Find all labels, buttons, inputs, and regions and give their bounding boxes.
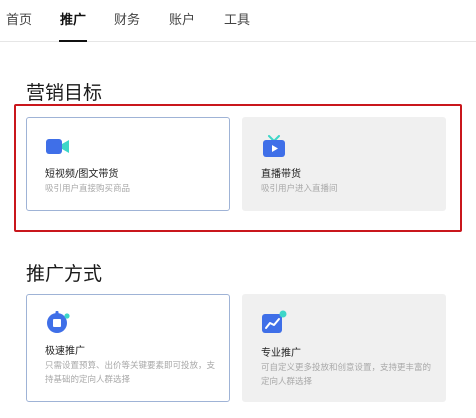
top-nav: 首页 推广 财务 账户 工具 [0,0,476,42]
marketing-goal-title: 营销目标 [26,82,103,104]
active-tab-indicator [59,40,87,42]
live-tv-icon [263,135,285,157]
rocket-icon [47,311,70,333]
goal-card-desc: 吸引用户进入直播间 [261,184,338,194]
tab-home[interactable]: 首页 [6,9,32,28]
tab-promotion[interactable]: 推广 [60,9,86,28]
method-card-fast[interactable]: 极速推广 只需设置预算、出价等关键要素即可投放，支持基础的定向人群选择 [26,294,230,402]
trend-chart-icon [262,310,287,333]
promotion-method-title: 推广方式 [26,263,103,285]
tab-finance[interactable]: 财务 [114,9,140,28]
method-card-title: 专业推广 [261,348,301,359]
video-camera-icon [46,139,69,154]
tab-account[interactable]: 账户 [169,9,195,28]
method-card-desc: 可自定义更多投放和创意设置，支持更丰富的定向人群选择 [261,363,432,387]
goal-card-live-stream[interactable]: 直播带货 吸引用户进入直播间 [242,117,446,211]
method-card-professional[interactable]: 专业推广 可自定义更多投放和创意设置，支持更丰富的定向人群选择 [242,294,446,402]
goal-card-desc: 吸引用户直接购买商品 [45,184,131,194]
goal-card-short-video[interactable]: 短视频/图文带货 吸引用户直接购买商品 [26,117,230,211]
goal-card-title: 直播带货 [261,169,301,180]
method-card-desc: 只需设置预算、出价等关键要素即可投放，支持基础的定向人群选择 [45,361,216,385]
goal-card-title: 短视频/图文带货 [45,169,119,180]
method-card-title: 极速推广 [45,346,85,357]
tab-tools[interactable]: 工具 [224,9,250,28]
